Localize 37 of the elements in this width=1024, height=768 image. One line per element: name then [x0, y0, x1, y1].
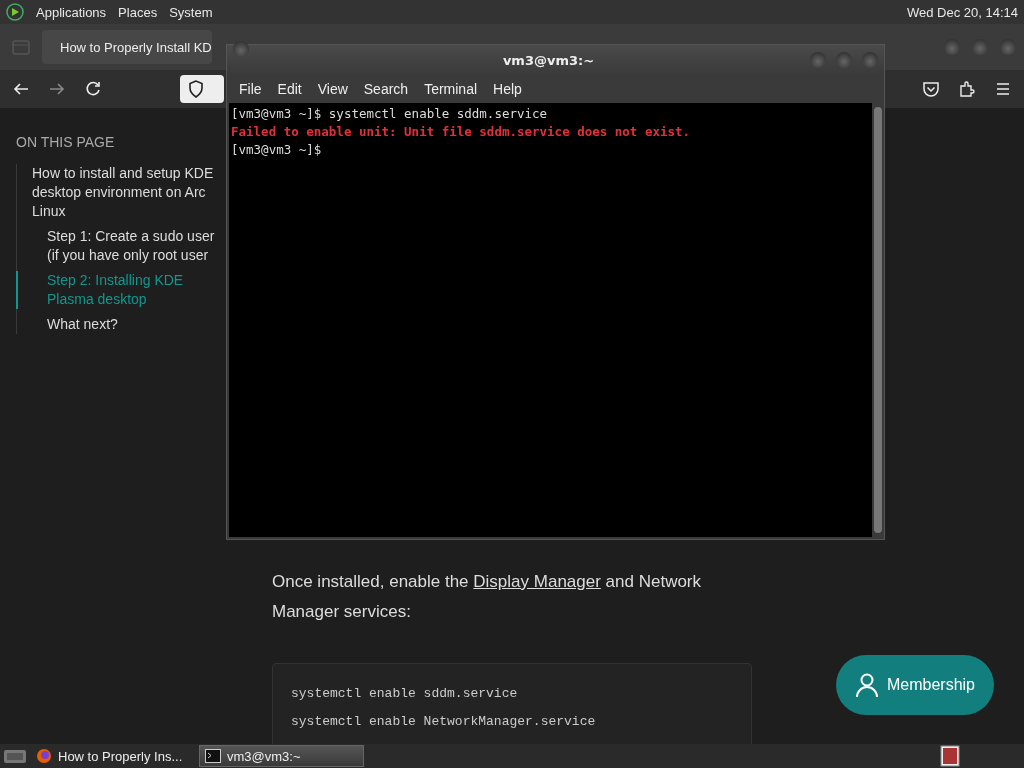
reload-icon[interactable] — [84, 80, 102, 98]
code-line: systemctl enable NetworkManager.service — [291, 714, 597, 729]
menu-item[interactable]: Edit — [269, 81, 310, 97]
toc-link[interactable]: How to install and setup KDE desktop environment on Arc Linux — [32, 164, 226, 221]
toc-link[interactable]: What next? — [47, 315, 226, 334]
scrollbar[interactable] — [872, 103, 884, 537]
distro-logo-icon[interactable] — [6, 3, 24, 21]
terminal-icon — [205, 749, 221, 763]
article-paragraph: Once installed, enable the Display Manager and Network Manager services: — [272, 571, 703, 623]
toc-link[interactable]: Step 1: Create a sudo user (if you have only root user — [47, 227, 226, 265]
command-line: [vm3@vm3 ~]$ systemctl enable sddm.service — [231, 105, 549, 123]
extensions-icon[interactable] — [958, 80, 976, 98]
menu-item[interactable]: Terminal — [416, 81, 486, 97]
pocket-icon[interactable] — [922, 80, 940, 98]
panel-menu[interactable]: Applications — [36, 4, 107, 20]
person-icon — [855, 672, 879, 698]
window-title: vm3@vm3:~ — [501, 52, 596, 68]
tab-title: How to Properly Install KD — [60, 39, 212, 55]
browser-tab[interactable]: How to Properly Install KD — [42, 30, 212, 64]
code-line: systemctl enable sddm.service — [291, 686, 519, 701]
taskbar-item[interactable]: vm3@vm3:~ — [199, 745, 364, 767]
shield-icon[interactable] — [188, 80, 204, 98]
command-line: [vm3@vm3 ~]$ — [231, 141, 323, 159]
display-manager-link[interactable]: Display Manager — [473, 572, 601, 591]
panel-menu[interactable]: Places — [118, 4, 158, 20]
address-bar[interactable] — [180, 75, 224, 103]
membership-button[interactable]: Membership — [836, 655, 994, 715]
menu-icon[interactable] — [994, 80, 1012, 98]
menu-item[interactable]: File — [231, 81, 270, 97]
clock[interactable]: Wed Dec 20, 14:14 — [906, 4, 1018, 20]
browser-icon — [36, 748, 52, 764]
menu-item[interactable]: Search — [355, 81, 417, 97]
menu-item[interactable]: View — [309, 81, 356, 97]
error-output: Failed to enable unit: Unit file sddm.service does not exist. — [231, 123, 692, 141]
menu-item[interactable]: Help — [485, 81, 530, 97]
panel-menu[interactable]: System — [169, 4, 213, 20]
toc-heading: ON THIS PAGE — [16, 134, 116, 150]
